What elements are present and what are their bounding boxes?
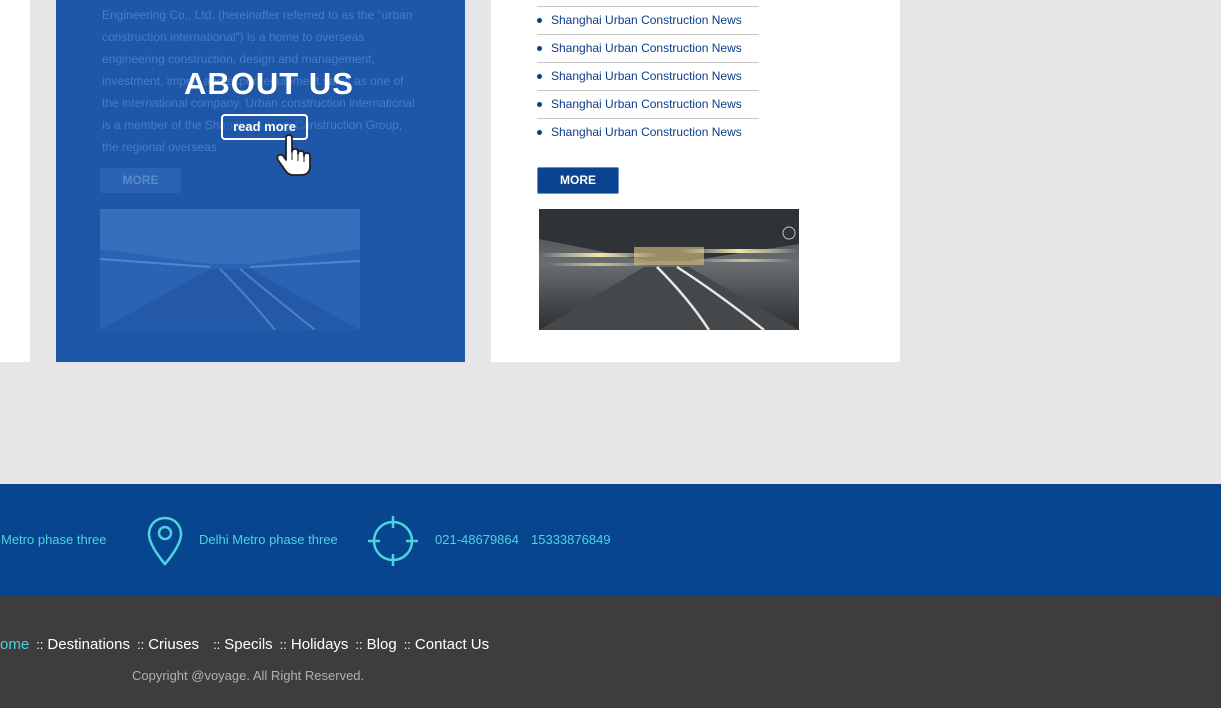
nav-specils-link[interactable]: Specils (224, 636, 272, 653)
nav-blog-link[interactable]: Blog (367, 636, 397, 653)
news-item[interactable]: Shanghai Urban Construction News (537, 118, 759, 146)
address-text-2: Delhi Metro phase three (199, 532, 338, 547)
nav-holidays-link[interactable]: Holidays (291, 636, 349, 653)
location-pin-icon (147, 516, 183, 571)
nav-separator: :: (403, 637, 411, 652)
phone-2: 15333876849 (531, 532, 611, 547)
news-item-label[interactable]: Shanghai Urban Construction News (551, 13, 742, 27)
crosshair-target-icon (367, 515, 419, 572)
about-tunnel-image (100, 209, 360, 330)
nav-separator: :: (213, 637, 221, 652)
about-us-title: ABOUT US (184, 66, 354, 101)
news-item-label[interactable]: Shanghai Urban Construction News (551, 69, 742, 83)
nav-destinations-link[interactable]: Destinations (47, 636, 130, 653)
nav-separator: :: (279, 637, 287, 652)
contact-bar: Metro phase three Delhi Metro phase thre… (0, 484, 1221, 596)
about-us-card[interactable]: Engineering Co., Ltd. (hereinafter refer… (56, 0, 465, 362)
nav-contact-link[interactable]: Contact Us (415, 636, 489, 653)
news-item-label[interactable]: Shanghai Urban Construction News (551, 41, 742, 55)
news-tunnel-image (539, 209, 799, 330)
bullet-dot-icon (537, 74, 542, 79)
nav-criuses-link[interactable]: Criuses (148, 636, 199, 653)
bullet-dot-icon (537, 18, 542, 23)
news-item[interactable]: Shanghai Urban Construction News (537, 6, 759, 34)
nav-separator: :: (36, 637, 44, 652)
left-card-edge (0, 0, 30, 362)
footer-nav: ome:: Destinations:: Criuses:: Specils:: Hol… (0, 636, 489, 653)
copyright-text: Copyright @voyage. All Right Reserved. (132, 668, 365, 683)
news-more-button[interactable]: MORE (537, 167, 619, 194)
bullet-dot-icon (537, 102, 542, 107)
news-item-label[interactable]: Shanghai Urban Construction News (551, 125, 742, 139)
nav-home-link[interactable]: ome (0, 636, 29, 653)
nav-separator: :: (355, 637, 363, 652)
news-card: Shanghai Urban Construction News Shangha… (491, 0, 900, 362)
phone-1: 021-48679864 (435, 532, 519, 547)
news-list: Shanghai Urban Construction News Shangha… (537, 6, 759, 146)
about-more-button[interactable]: MORE (100, 168, 181, 193)
address-text-1: Metro phase three (1, 532, 107, 547)
news-item[interactable]: Shanghai Urban Construction News (537, 34, 759, 62)
news-item-label[interactable]: Shanghai Urban Construction News (551, 97, 742, 111)
footer: ome:: Destinations:: Criuses:: Specils:: Hol… (0, 596, 1221, 708)
news-item[interactable]: Shanghai Urban Construction News (537, 90, 759, 118)
nav-separator: :: (136, 637, 145, 652)
hand-pointer-cursor-icon (276, 134, 312, 183)
news-item[interactable]: Shanghai Urban Construction News (537, 62, 759, 90)
bullet-dot-icon (537, 46, 542, 51)
bullet-dot-icon (537, 130, 542, 135)
